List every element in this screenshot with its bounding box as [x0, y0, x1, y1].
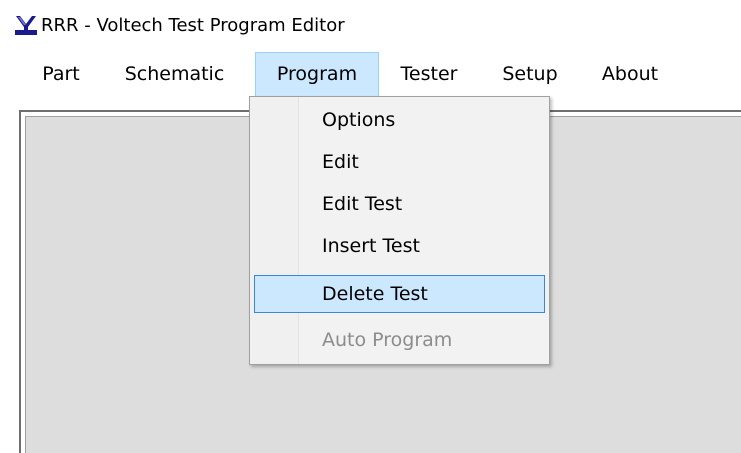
- menu-tester[interactable]: Tester: [387, 52, 471, 97]
- menu-item-options[interactable]: Options: [254, 101, 545, 139]
- menu-program[interactable]: Program: [255, 52, 379, 97]
- menu-part[interactable]: Part: [29, 52, 93, 97]
- title-bar[interactable]: RRR - Voltech Test Program Editor: [0, 0, 741, 52]
- window-title: RRR - Voltech Test Program Editor: [41, 15, 345, 36]
- voltech-app-icon: [15, 14, 37, 36]
- program-dropdown-menu: Options Edit Edit Test Insert Test Delet…: [249, 96, 550, 365]
- menu-item-delete-test[interactable]: Delete Test: [254, 275, 545, 313]
- menu-setup[interactable]: Setup: [482, 52, 578, 97]
- menu-item-auto-program: Auto Program: [322, 329, 453, 351]
- menu-about[interactable]: About: [583, 52, 677, 97]
- menu-item-edit[interactable]: Edit: [254, 143, 545, 181]
- menu-bar: Part Schematic Program Tester Setup Abou…: [0, 52, 741, 97]
- menu-item-edit-test[interactable]: Edit Test: [254, 185, 545, 223]
- app-window: RRR - Voltech Test Program Editor Part S…: [0, 0, 741, 453]
- menu-item-insert-test[interactable]: Insert Test: [254, 227, 545, 265]
- menu-schematic[interactable]: Schematic: [104, 52, 245, 97]
